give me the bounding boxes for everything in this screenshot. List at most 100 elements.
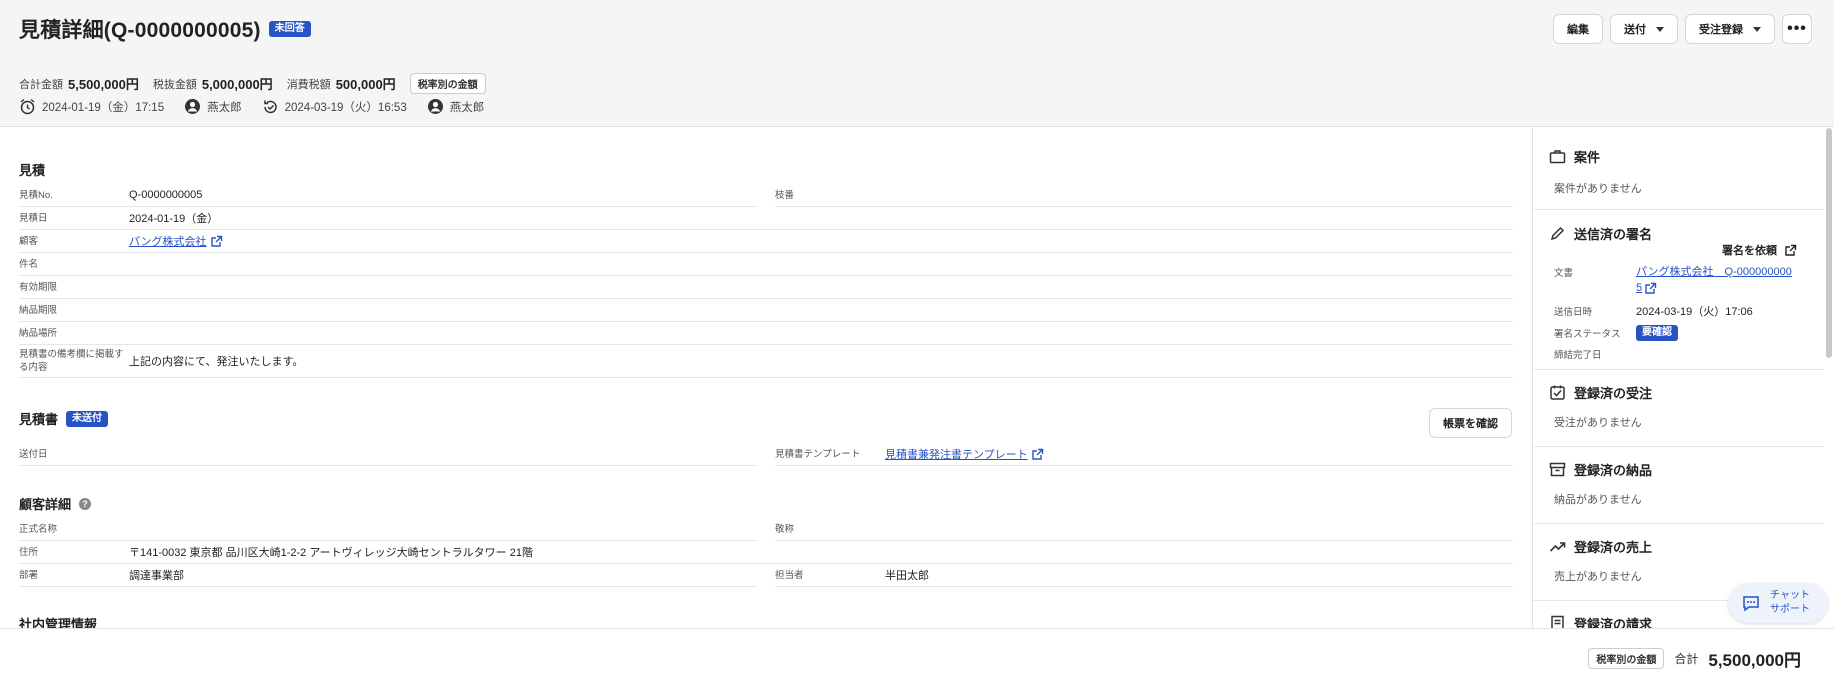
order-register-button[interactable]: 受注登録: [1685, 14, 1775, 44]
field-label: 納品期限: [19, 304, 58, 316]
orders-card-title: 登録済の受注: [1549, 383, 1652, 402]
notes-field: 見積書の備考欄に掲載する内容 上記の内容にて、発注いたします。: [19, 345, 1513, 378]
external-link-icon: [210, 235, 222, 247]
header-actions: 編集 送付 受注登録 •••: [1553, 14, 1812, 44]
quote-no-field: 見積No. Q-0000000005: [19, 184, 757, 207]
honorific-field: 敬称: [775, 518, 1513, 541]
meta-row: 2024-01-19（金）17:15 燕太郎 2024-03-19（火）16:5…: [19, 98, 484, 115]
field-label: 見積No.: [19, 189, 53, 201]
deliveries-empty-text: 納品がありません: [1554, 494, 1642, 506]
deliveries-title-text: 登録済の納品: [1574, 463, 1653, 478]
field-label: 送付日: [19, 448, 48, 460]
orders-title-text: 登録済の受注: [1574, 386, 1653, 401]
customer-field: 顧客 パング株式会社: [19, 230, 1513, 253]
field-label: 見積日: [19, 212, 48, 224]
department-field: 部署 調達事業部: [19, 564, 757, 587]
template-field: 見積書テンプレート 見積書兼発注書テンプレート: [775, 443, 1513, 466]
external-link-icon: [1031, 448, 1043, 460]
pencil-icon: [1550, 226, 1565, 241]
send-button-label: 送付: [1624, 24, 1646, 36]
footer-total-label: 合計: [1674, 652, 1699, 666]
net-amount-value: 5,000,000円: [201, 77, 273, 92]
update-clock-icon: [263, 100, 277, 114]
delivery-date-field: 納品期限: [19, 299, 1513, 322]
deal-card-title: 案件: [1549, 147, 1600, 166]
external-link-icon: [1785, 244, 1797, 256]
field-value: 半田太郎: [885, 570, 929, 582]
orders-card: 登録済の受注 受注がありません: [1533, 370, 1824, 447]
completed-date-label: 締結完了日: [1554, 350, 1602, 361]
edit-button[interactable]: 編集: [1553, 14, 1603, 44]
signature-card-title: 送信済の署名: [1549, 224, 1652, 243]
footer-total: 税率別の金額 合計 5,500,000円: [1588, 646, 1801, 671]
field-label: 見積書の備考欄に掲載する内容: [19, 349, 124, 373]
tax-rate-breakdown-button[interactable]: 税率別の金額: [409, 73, 486, 94]
side-scrollbar[interactable]: [1826, 128, 1832, 358]
updated-by: 燕太郎: [449, 101, 485, 114]
signed-document-link-text: パング株式会社 Q-000000000: [1636, 266, 1792, 278]
formal-name-field: 正式名称: [19, 518, 757, 541]
quote-date-field: 見積日 2024-01-19（金）: [19, 207, 1513, 230]
address-field: 住所 〒141-0032 東京都 品川区大崎1-2-2 アートヴィレッジ大崎セン…: [19, 541, 1513, 564]
deliveries-card-title: 登録済の納品: [1549, 460, 1652, 479]
quote-title-text: 見積: [19, 163, 46, 178]
check-document-label: 帳票を確認: [1443, 418, 1498, 430]
request-signature-text: 署名を依頼: [1722, 245, 1777, 257]
orders-empty-text: 受注がありません: [1554, 417, 1642, 429]
sent-date-field: 送付日: [19, 443, 757, 466]
document-title-text: 見積書: [19, 412, 59, 427]
footer-bar: 税率別の金額 合計 5,500,000円: [0, 628, 1834, 683]
total-amount-value: 5,500,000円: [68, 77, 139, 92]
briefcase-icon: [1549, 150, 1566, 164]
field-label: 有効期限: [19, 281, 58, 293]
page-header: 見積詳細(Q-0000000005) 未回答 編集 送付 受注登録 ••• 合計…: [0, 0, 1834, 127]
check-document-button[interactable]: 帳票を確認: [1429, 408, 1512, 438]
field-value: 調達事業部: [129, 570, 184, 582]
signature-title-text: 送信済の署名: [1574, 227, 1653, 242]
created-by: 燕太郎: [207, 101, 242, 114]
signed-document-link[interactable]: パング株式会社 Q-000000000 5: [1636, 264, 1811, 296]
field-label: 住所: [19, 546, 39, 558]
field-value: 上記の内容にて、発注いたします。: [129, 356, 304, 368]
field-label: 顧客: [19, 235, 39, 247]
checkbox-icon: [1550, 385, 1565, 400]
field-label: 納品場所: [19, 327, 58, 339]
sales-title-text: 登録済の売上: [1574, 540, 1653, 555]
field-label: 件名: [19, 258, 39, 270]
template-link[interactable]: 見積書兼発注書テンプレート: [885, 446, 1044, 462]
edit-button-label: 編集: [1567, 24, 1589, 36]
field-label: 正式名称: [19, 523, 58, 535]
deal-card: 案件 案件がありません: [1533, 128, 1824, 210]
field-value: 〒141-0032 東京都 品川区大崎1-2-2 アートヴィレッジ大崎セントラル…: [129, 547, 533, 559]
footer-total-value: 5,500,000円: [1708, 651, 1801, 670]
field-label: 枝番: [775, 189, 795, 201]
field-value: 2024-01-19（金）: [129, 213, 219, 225]
request-signature-link[interactable]: 署名を依頼: [1722, 242, 1797, 258]
side-panel: 案件 案件がありません 送信済の署名 署名を依頼 文書 パング株式会社 Q-00…: [1532, 128, 1824, 628]
sales-card-title: 登録済の売上: [1549, 537, 1652, 556]
customer-detail-section-title: 顧客詳細 ?: [19, 494, 92, 513]
more-menu-button[interactable]: •••: [1782, 14, 1812, 44]
document-section-title: 見積書 未送付: [19, 409, 109, 428]
chat-bubble-icon: [1743, 596, 1759, 612]
sent-at-value: 2024-03-19（火）17:06: [1636, 306, 1753, 318]
deliveries-card: 登録済の納品 納品がありません: [1533, 447, 1824, 524]
send-button[interactable]: 送付: [1610, 14, 1678, 44]
help-icon[interactable]: ?: [79, 497, 92, 510]
external-link-icon: [1645, 282, 1657, 294]
footer-tax-rate-button[interactable]: 税率別の金額: [1588, 648, 1665, 669]
signed-document-link-text: 5: [1636, 282, 1643, 294]
tax-amount-value: 500,000円: [335, 77, 396, 92]
chat-support-button[interactable]: チャット サポート: [1728, 583, 1828, 623]
chat-support-line1: チャット: [1770, 590, 1810, 601]
main-content: 見積 見積No. Q-0000000005 枝番 見積日 2024-01-19（…: [0, 128, 1532, 628]
chevron-down-icon: [1753, 26, 1761, 32]
signature-card: 送信済の署名 署名を依頼 文書 パング株式会社 Q-000000000 5 送信日…: [1533, 210, 1824, 370]
updated-at: 2024-03-19（火）16:53: [284, 101, 407, 114]
user-icon: [427, 99, 443, 114]
page-title: 見積詳細(Q-0000000005): [19, 19, 261, 42]
customer-link[interactable]: パング株式会社: [129, 233, 223, 249]
chevron-down-icon: [1656, 26, 1664, 32]
order-register-label: 受注登録: [1699, 24, 1743, 36]
internal-title-text: 社内管理情報: [19, 617, 98, 628]
